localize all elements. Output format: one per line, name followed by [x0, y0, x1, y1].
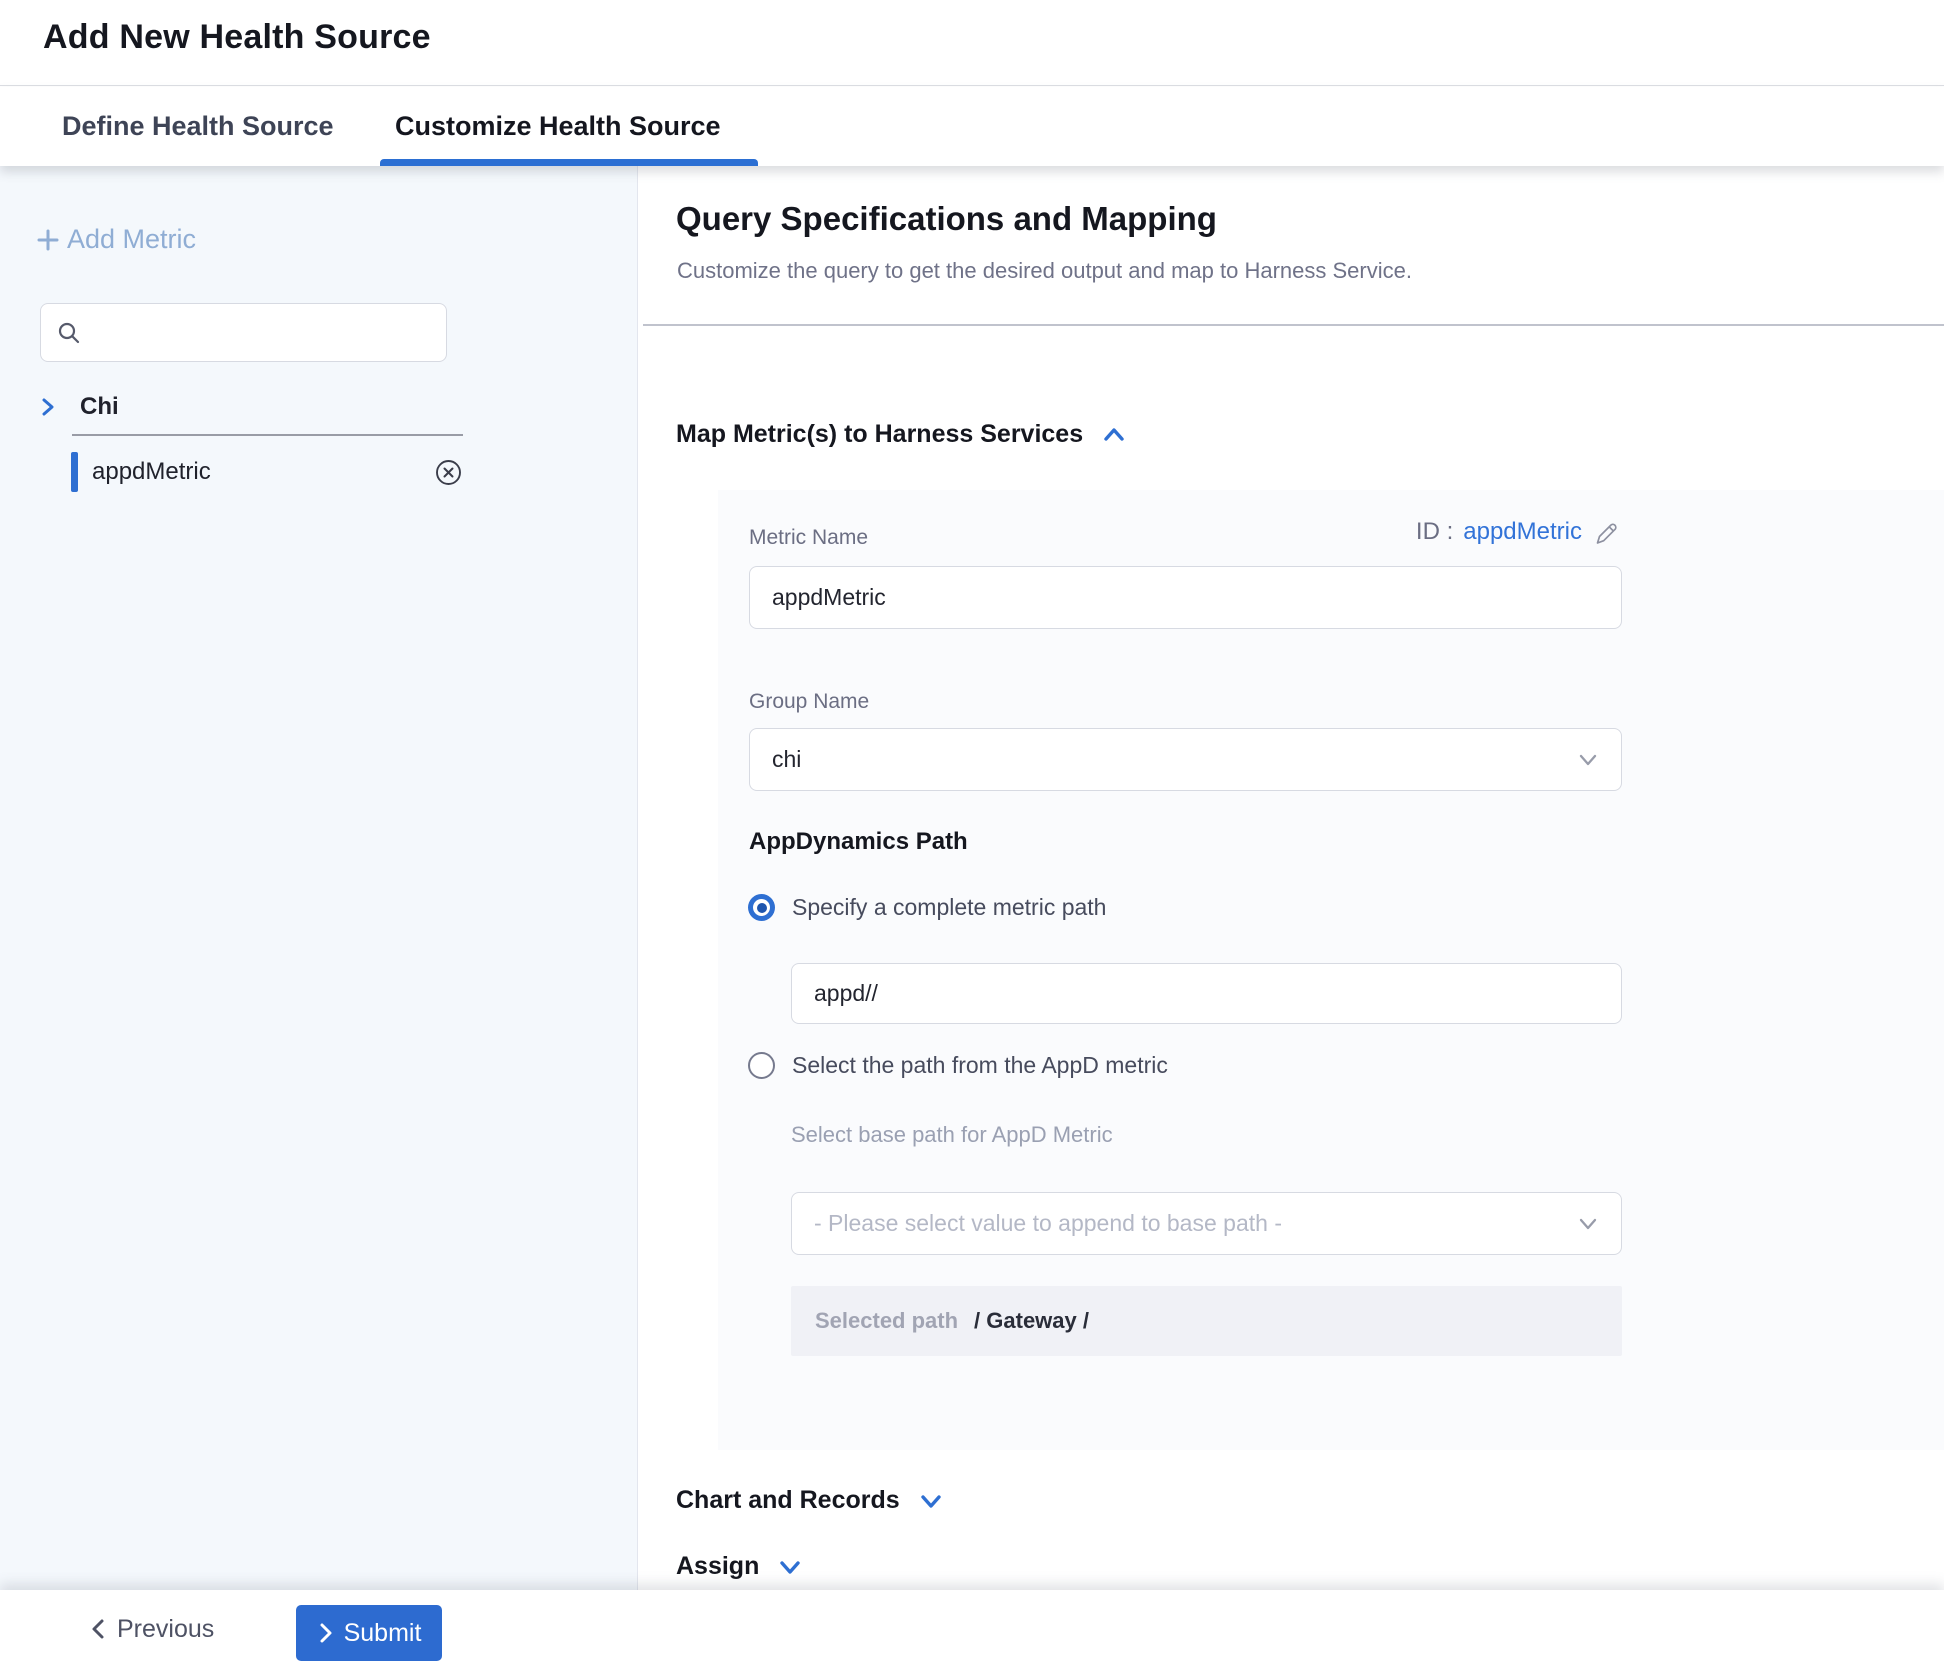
add-metric-button[interactable]: Add Metric	[33, 224, 196, 255]
metric-id-link[interactable]: appdMetric	[1463, 518, 1582, 546]
radio-complete-metric-path[interactable]: Specify a complete metric path	[748, 894, 1106, 921]
complete-metric-path-input[interactable]	[791, 963, 1622, 1024]
assign-title: Assign	[676, 1552, 759, 1581]
group-name-label: Group Name	[749, 690, 869, 714]
expand-assign-button[interactable]	[777, 1557, 803, 1577]
panel-divider	[643, 324, 1944, 326]
expand-chart-records-button[interactable]	[918, 1491, 944, 1511]
submit-button[interactable]: Submit	[296, 1605, 442, 1661]
tab-bar: Define Health Source Customize Health So…	[0, 87, 1944, 166]
add-health-source-dialog: Add New Health Source Define Health Sour…	[0, 0, 1944, 1668]
metrics-sidebar: Add Metric Chi appdMetric	[0, 166, 638, 1590]
tab-customize-label: Customize Health Source	[395, 111, 721, 142]
chevron-right-icon	[317, 1622, 335, 1644]
edit-id-button[interactable]	[1592, 518, 1620, 546]
metric-name-input[interactable]	[749, 566, 1622, 629]
chevron-up-icon	[1101, 425, 1127, 445]
previous-button[interactable]: Previous	[88, 1590, 214, 1668]
metric-id-row: ID : appdMetric	[1416, 518, 1620, 546]
panel-heading: Query Specifications and Mapping	[676, 200, 1217, 238]
metric-name-label: Metric Name	[749, 526, 868, 550]
base-path-label: Select base path for AppD Metric	[791, 1122, 1113, 1148]
chevron-down-icon	[1577, 752, 1599, 768]
group-name-select[interactable]: chi	[749, 728, 1622, 791]
plus-icon	[33, 225, 63, 255]
active-tab-indicator	[380, 159, 758, 166]
metric-item-label: appdMetric	[92, 458, 433, 486]
radio-complete-path-label: Specify a complete metric path	[792, 894, 1106, 921]
tab-define-health-source[interactable]: Define Health Source	[62, 87, 334, 166]
metric-search	[40, 303, 447, 362]
circled-x-icon	[434, 458, 463, 487]
radio-unselected-icon	[748, 1052, 775, 1079]
tab-customize-health-source[interactable]: Customize Health Source	[395, 87, 721, 166]
chevron-down-icon	[1577, 1216, 1599, 1232]
previous-label: Previous	[117, 1615, 214, 1644]
selected-path-label: Selected path	[815, 1308, 958, 1334]
delete-metric-button[interactable]	[433, 457, 463, 487]
group-name-value: chi	[772, 746, 1577, 773]
metric-group-row[interactable]: Chi	[38, 390, 458, 424]
metric-mapping-card: Metric Name ID : appdMetric Group Name c…	[718, 490, 1944, 1450]
base-path-placeholder: - Please select value to append to base …	[814, 1210, 1577, 1237]
radio-select-path-from-appd[interactable]: Select the path from the AppD metric	[748, 1052, 1168, 1079]
metric-search-input[interactable]	[92, 304, 436, 361]
add-metric-label: Add Metric	[67, 224, 196, 255]
radio-select-path-label: Select the path from the AppD metric	[792, 1052, 1168, 1079]
map-metrics-section-title: Map Metric(s) to Harness Services	[676, 420, 1083, 449]
collapse-section-button[interactable]	[1101, 425, 1127, 445]
appdynamics-path-label: AppDynamics Path	[749, 828, 968, 856]
chevron-right-icon	[38, 396, 58, 418]
panel-subheading: Customize the query to get the desired o…	[677, 258, 1412, 284]
metric-item-appdmetric[interactable]: appdMetric	[71, 452, 463, 492]
chevron-down-icon	[777, 1557, 803, 1577]
base-path-select[interactable]: - Please select value to append to base …	[791, 1192, 1622, 1255]
page-title: Add New Health Source	[43, 18, 431, 57]
submit-label: Submit	[344, 1619, 422, 1648]
dialog-header: Add New Health Source	[0, 0, 1944, 86]
selected-metric-indicator	[71, 452, 78, 492]
id-label: ID :	[1416, 518, 1453, 546]
tree-divider	[72, 434, 463, 436]
dialog-footer: Previous Submit	[0, 1590, 1944, 1668]
radio-selected-icon	[748, 894, 775, 921]
selected-path-value: / Gateway /	[974, 1308, 1089, 1334]
query-mapping-panel: Query Specifications and Mapping Customi…	[639, 166, 1944, 1590]
chevron-down-icon	[918, 1491, 944, 1511]
metric-group-label: Chi	[80, 393, 119, 421]
selected-path-row: Selected path / Gateway /	[791, 1286, 1622, 1356]
map-metrics-section-header: Map Metric(s) to Harness Services	[676, 420, 1127, 449]
pencil-icon	[1592, 518, 1620, 546]
assign-section-header: Assign	[676, 1552, 803, 1581]
tab-define-label: Define Health Source	[62, 111, 334, 142]
search-icon	[56, 320, 82, 346]
chart-records-title: Chart and Records	[676, 1486, 900, 1515]
chevron-left-icon	[88, 1617, 108, 1641]
chart-records-section-header: Chart and Records	[676, 1486, 944, 1515]
